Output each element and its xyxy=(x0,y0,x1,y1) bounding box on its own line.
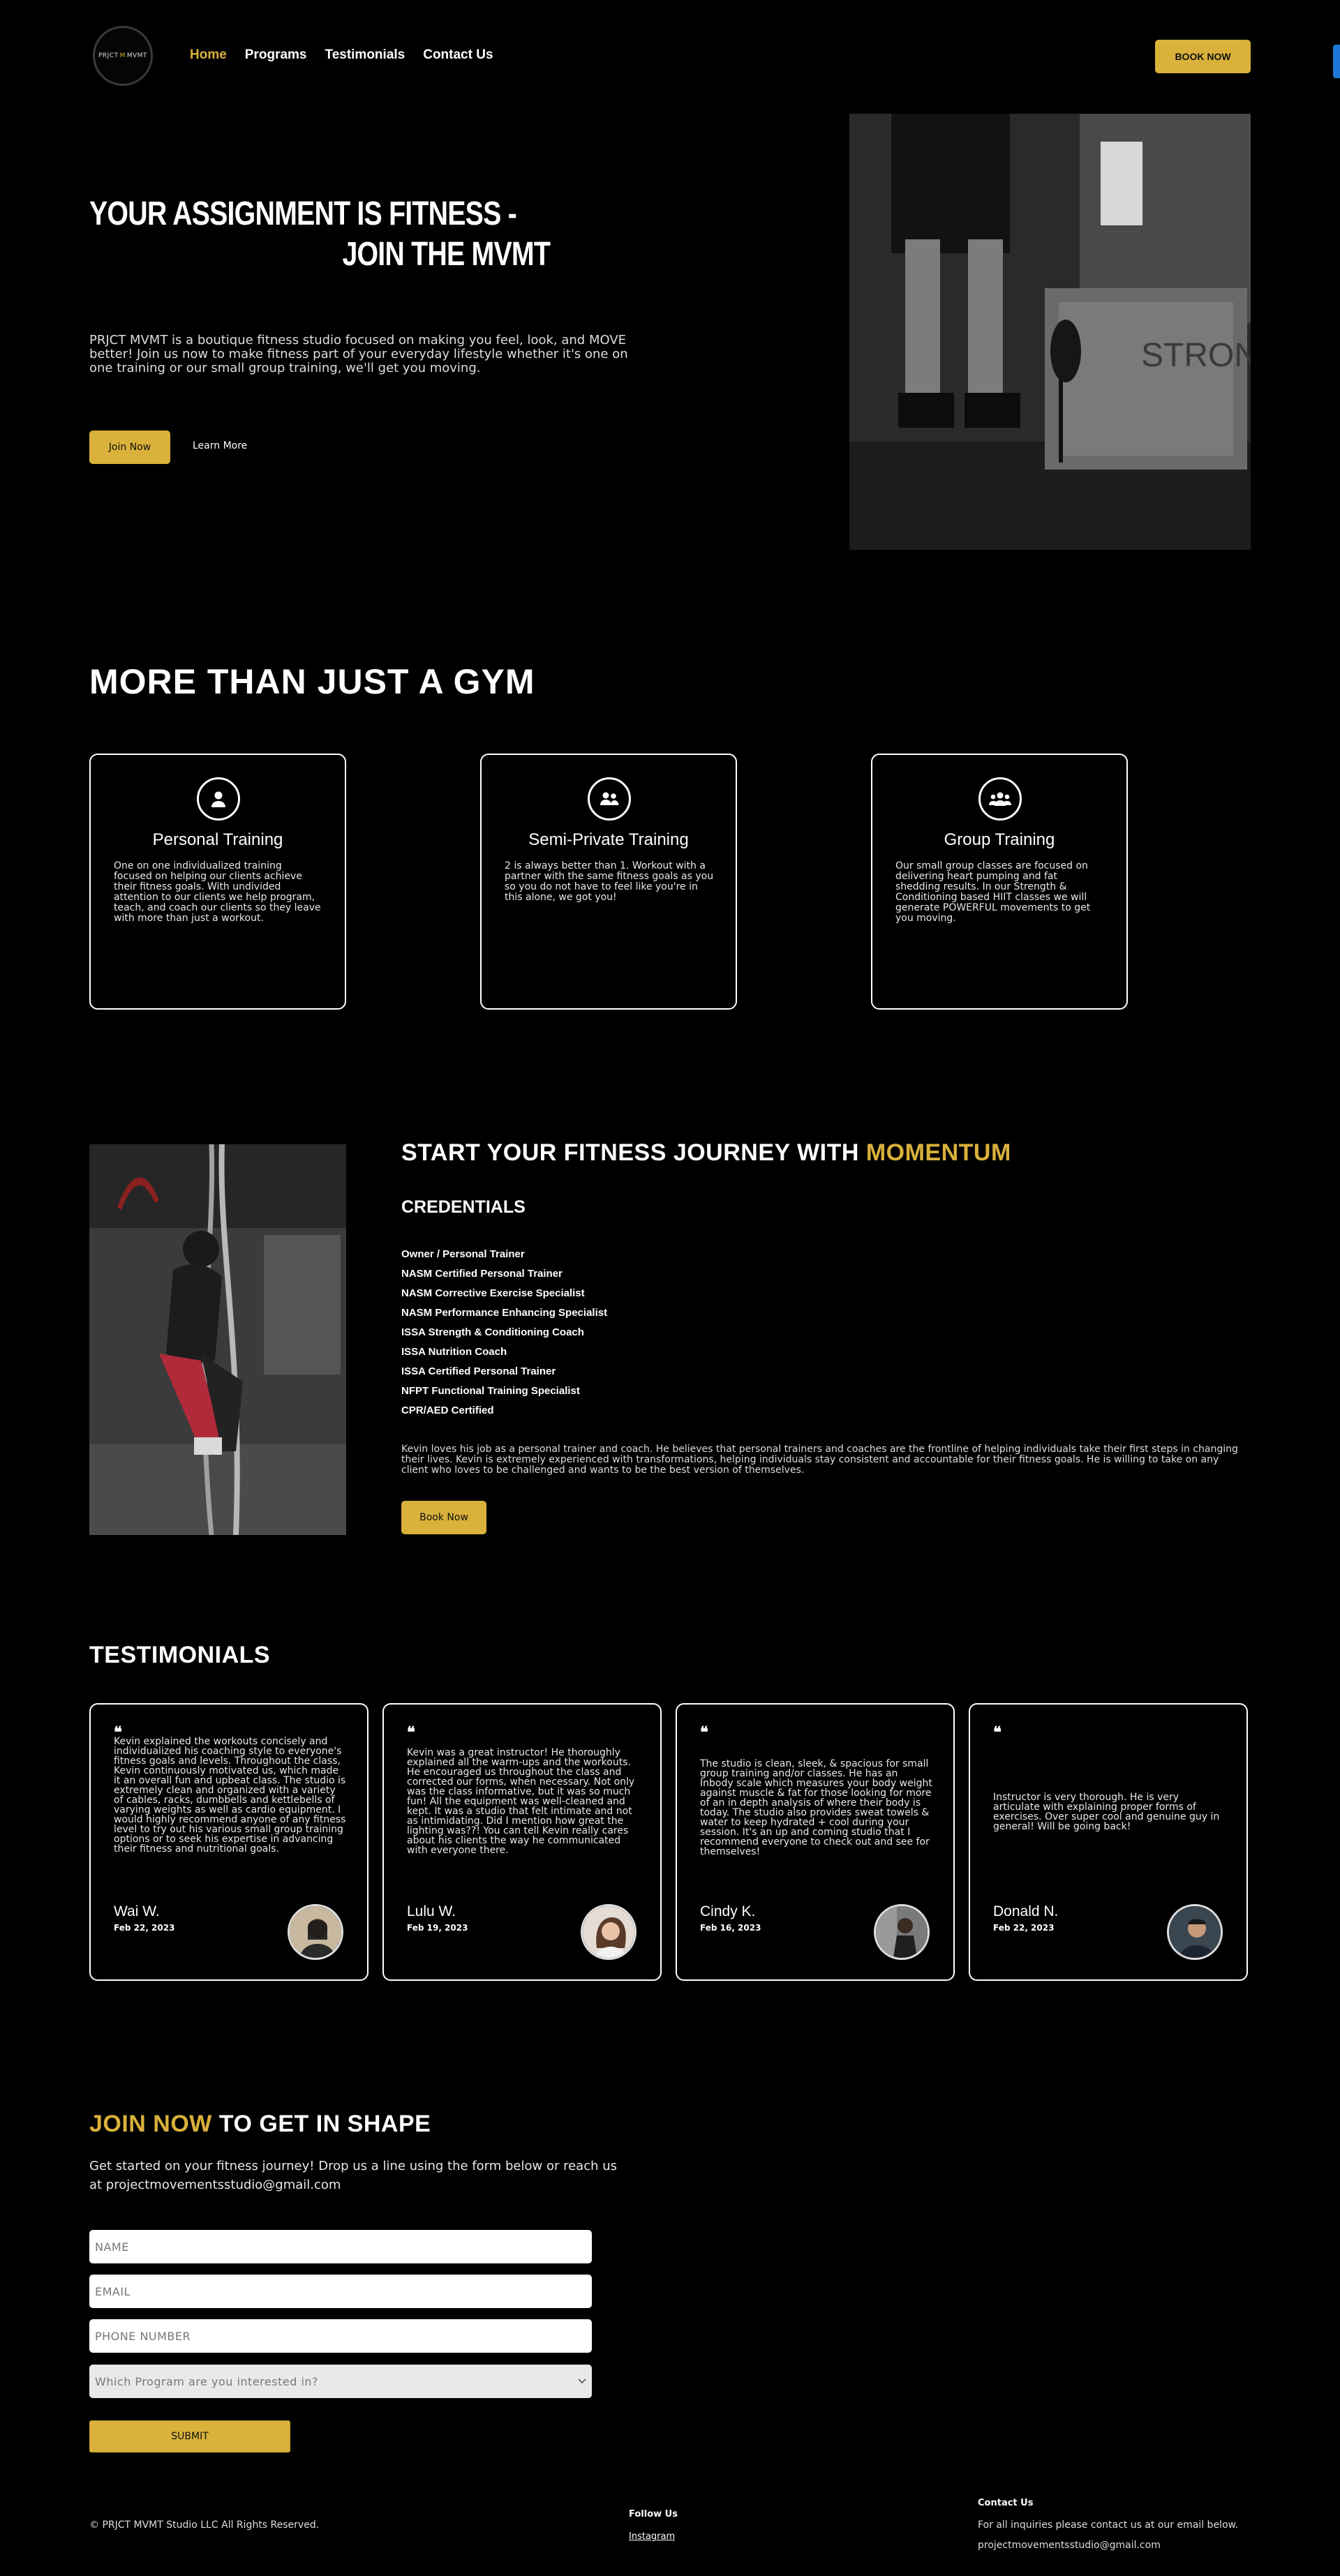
footer-contact-email[interactable]: projectmovementsstudio@gmail.com xyxy=(978,2540,1161,2551)
testimonial-date: Feb 22, 2023 xyxy=(993,1923,1055,1933)
program-select-placeholder: Which Program are you interested in? xyxy=(95,2374,319,2388)
credential-item: ISSA Nutrition Coach xyxy=(401,1346,507,1358)
program-select[interactable]: Which Program are you interested in? xyxy=(89,2365,592,2398)
credentials-heading: CREDENTIALS xyxy=(401,1197,526,1217)
phone-field[interactable]: PHONE NUMBER xyxy=(89,2319,592,2353)
testimonial-text: Kevin explained the workouts concisely a… xyxy=(114,1736,346,1855)
logo-text-left: PRJCT xyxy=(98,52,119,59)
credential-item: NFPT Functional Training Specialist xyxy=(401,1385,580,1397)
chevron-down-icon xyxy=(578,2379,586,2384)
journey-title: START YOUR FITNESS JOURNEY WITH MOMENTUM xyxy=(401,1139,1011,1167)
avatar xyxy=(581,1904,636,1960)
logo-text-mid: M xyxy=(119,52,126,59)
program-description: Our small group classes are focused on d… xyxy=(895,860,1091,924)
side-widget-tab[interactable] xyxy=(1333,45,1340,78)
copyright-text: © PRJCT MVMT Studio LLC All Rights Reser… xyxy=(89,2519,320,2531)
credentials-list: Owner / Personal Trainer NASM Certified … xyxy=(401,1245,607,1421)
program-card-semi-private[interactable]: Semi-Private Training 2 is always better… xyxy=(480,754,737,1010)
testimonial-date: Feb 19, 2023 xyxy=(407,1923,468,1933)
hero-gym-photo: STRON xyxy=(849,114,1251,550)
two-people-icon xyxy=(588,777,631,821)
quote-icon: ❝ xyxy=(993,1723,1002,1742)
page: PRJCT M MVMT Home Programs Testimonials Co… xyxy=(0,0,1340,2576)
coach-rope-climb-photo xyxy=(89,1144,346,1535)
hero-description: PRJCT MVMT is a boutique fitness studio … xyxy=(89,333,628,375)
programs-heading: MORE THAN JUST A GYM xyxy=(89,662,535,701)
box-lettering: STRON xyxy=(1141,337,1251,374)
testimonial-author: Cindy K. xyxy=(700,1903,756,1919)
testimonials-heading: TESTIMONIALS xyxy=(89,1642,271,1668)
gym-photo-illustration: STRON xyxy=(849,114,1251,550)
footer-contact-heading: Contact Us xyxy=(978,2498,1034,2508)
program-title: Group Training xyxy=(944,830,1055,849)
learn-more-link[interactable]: Learn More xyxy=(193,440,247,451)
program-description: One on one individualized training focus… xyxy=(114,860,321,924)
testimonial-author: Lulu W. xyxy=(407,1903,456,1919)
hero-title-line2: JOIN THE MVMT xyxy=(342,236,551,273)
book-now-header-button[interactable]: BOOK NOW xyxy=(1155,40,1251,73)
nav-testimonials[interactable]: Testimonials xyxy=(325,47,405,63)
journey-title-highlight: MOMENTUM xyxy=(865,1139,1011,1166)
contact-heading-highlight: JOIN NOW xyxy=(89,2111,212,2137)
instagram-link[interactable]: Instagram xyxy=(629,2531,675,2542)
contact-description: Get started on your fitness journey! Dro… xyxy=(89,2159,618,2192)
testimonial-date: Feb 16, 2023 xyxy=(700,1923,761,1933)
footer-contact-text: For all inquiries please contact us at o… xyxy=(978,2519,1239,2531)
book-now-button[interactable]: Book Now xyxy=(401,1501,486,1534)
program-card-group[interactable]: Group Training Our small group classes a… xyxy=(871,754,1128,1010)
program-description: 2 is always better than 1. Workout with … xyxy=(505,860,714,903)
testimonial-author: Wai W. xyxy=(114,1903,160,1919)
testimonial-text: Kevin was a great instructor! He thoroug… xyxy=(407,1747,635,1856)
testimonial-date: Feb 22, 2023 xyxy=(114,1923,175,1933)
quote-icon: ❝ xyxy=(700,1723,708,1742)
credential-item: NASM Performance Enhancing Specialist xyxy=(401,1307,608,1319)
email-field[interactable]: EMAIL xyxy=(89,2275,592,2308)
testimonial-card: ❝ Kevin explained the workouts concisely… xyxy=(89,1703,368,1981)
testimonial-author: Donald N. xyxy=(993,1903,1059,1919)
hero-title-line1: YOUR ASSIGNMENT IS FITNESS - xyxy=(89,195,517,232)
main-nav: Home Programs Testimonials Contact Us xyxy=(190,47,493,63)
testimonial-text: The studio is clean, sleek, & spacious f… xyxy=(700,1758,932,1857)
avatar xyxy=(1167,1904,1223,1960)
submit-button[interactable]: SUBMIT xyxy=(89,2420,290,2453)
join-now-button[interactable]: Join Now xyxy=(89,430,170,464)
avatar xyxy=(874,1904,930,1960)
nav-programs[interactable]: Programs xyxy=(245,47,307,63)
credential-item: NASM Corrective Exercise Specialist xyxy=(401,1287,585,1299)
testimonial-card: ❝ Kevin was a great instructor! He thoro… xyxy=(382,1703,662,1981)
name-field[interactable]: NAME xyxy=(89,2230,592,2263)
testimonial-card: ❝ The studio is clean, sleek, & spacious… xyxy=(676,1703,955,1981)
quote-icon: ❝ xyxy=(407,1723,415,1742)
credential-item: NASM Certified Personal Trainer xyxy=(401,1268,563,1280)
logo-text-right: MVMT xyxy=(126,52,148,59)
contact-heading: JOIN NOW TO GET IN SHAPE xyxy=(89,2111,431,2138)
program-title: Semi-Private Training xyxy=(528,830,689,849)
avatar xyxy=(288,1904,343,1960)
program-title: Personal Training xyxy=(152,830,283,849)
group-icon xyxy=(978,777,1022,821)
credential-item: CPR/AED Certified xyxy=(401,1405,494,1416)
coach-bio: Kevin loves his job as a personal traine… xyxy=(401,1444,1238,1476)
nav-home[interactable]: Home xyxy=(190,47,227,63)
contact-heading-rest: TO GET IN SHAPE xyxy=(211,2111,431,2137)
hero-title: YOUR ASSIGNMENT IS FITNESS - JOIN THE MV… xyxy=(89,194,551,275)
credential-item: Owner / Personal Trainer xyxy=(401,1248,525,1260)
credential-item: ISSA Strength & Conditioning Coach xyxy=(401,1326,584,1338)
journey-title-prefix: START YOUR FITNESS JOURNEY WITH xyxy=(401,1139,866,1166)
testimonial-text: Instructor is very thorough. He is very … xyxy=(993,1792,1220,1832)
person-icon xyxy=(197,777,240,821)
brand-logo[interactable]: PRJCT M MVMT xyxy=(93,26,153,86)
credential-item: ISSA Certified Personal Trainer xyxy=(401,1365,556,1377)
nav-contact-us[interactable]: Contact Us xyxy=(423,47,493,63)
follow-us-heading: Follow Us xyxy=(629,2509,678,2519)
testimonial-card: ❝ Instructor is very thorough. He is ver… xyxy=(969,1703,1248,1981)
program-card-personal[interactable]: Personal Training One on one individuali… xyxy=(89,754,346,1010)
